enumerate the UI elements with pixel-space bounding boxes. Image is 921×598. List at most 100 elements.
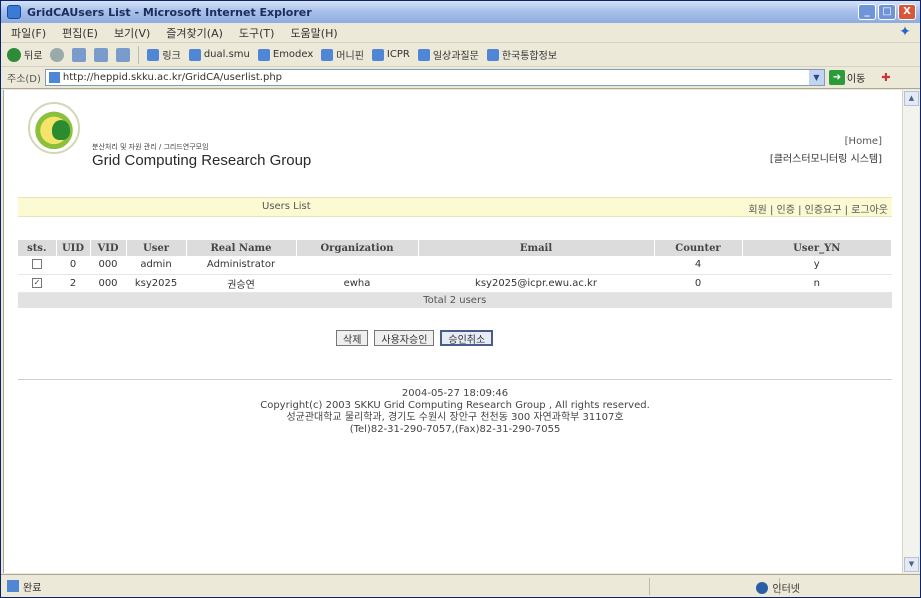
- group-subtitle: 분산처리 및 자원 관리 / 그리드연구모임: [92, 143, 209, 151]
- group-name: Grid Computing Research Group: [92, 152, 312, 169]
- user-cell: admin: [126, 256, 186, 275]
- link-korea-info[interactable]: 한국통합정보: [486, 47, 557, 62]
- counter-cell: 4: [654, 256, 742, 275]
- link-icon: [371, 48, 384, 61]
- zone-label: 인터넷: [772, 584, 800, 595]
- window-title: GridCAUsers List - Microsoft Internet Ex…: [27, 5, 312, 19]
- menu-bar: 파일(F) 편집(E) 보기(V) 즐겨찾기(A) 도구(T) 도움말(H) ✦: [1, 23, 920, 43]
- status-separator: [649, 578, 650, 595]
- link-daily-question[interactable]: 일상과질문: [417, 47, 479, 62]
- link-dual-smu[interactable]: dual.smu: [188, 48, 250, 61]
- col-vid: VID: [90, 240, 127, 256]
- address-input[interactable]: http://heppid.skku.ac.kr/GridCA/userlist…: [44, 69, 825, 86]
- col-counter: Counter: [654, 240, 743, 256]
- menu-view[interactable]: 보기(V): [114, 25, 150, 41]
- total-users: Total 2 users: [18, 292, 892, 308]
- window-controls: _ □ X: [858, 4, 916, 20]
- link-icpr[interactable]: ICPR: [371, 48, 410, 61]
- user-yn-cell: y: [742, 256, 892, 275]
- table-row: 0 000 admin Administrator 4 y: [18, 256, 892, 275]
- back-button[interactable]: 뒤로: [7, 47, 42, 62]
- browser-window: GridCAUsers List - Microsoft Internet Ex…: [0, 0, 921, 598]
- footer-phone: (Tel)82-31-290-7057,(Fax)82-31-290-7055: [349, 424, 561, 435]
- status-bar: 완료 인터넷: [1, 574, 920, 597]
- footer-timestamp: 2004-05-27 18:09:46: [401, 388, 509, 399]
- address-label: 주소(D): [7, 74, 41, 85]
- cancel-approval-button[interactable]: 승인취소: [440, 330, 494, 346]
- uid-cell: 0: [56, 256, 90, 275]
- table-header-row: sts. UID VID User Real Name Organization…: [18, 240, 892, 256]
- user-yn-cell: n: [742, 274, 892, 293]
- page-content: 분산처리 및 자원 관리 / 그리드연구모임 Grid Computing Re…: [3, 90, 902, 573]
- toolbar-separator: [138, 45, 140, 64]
- menu-help[interactable]: 도움말(H): [290, 25, 337, 41]
- go-label: 이동: [846, 74, 866, 85]
- link-icon: [486, 48, 499, 61]
- col-uid: UID: [56, 240, 91, 256]
- page-done-icon: [7, 580, 19, 592]
- delete-button[interactable]: 삭제: [336, 330, 369, 346]
- go-button[interactable]: ➜ 이동: [828, 70, 866, 85]
- col-user: User: [126, 240, 187, 256]
- approve-user-button[interactable]: 사용자승인: [374, 330, 435, 346]
- vid-cell: 000: [90, 256, 126, 275]
- title-bar: GridCAUsers List - Microsoft Internet Ex…: [1, 1, 920, 23]
- footer-copyright: Copyright(c) 2003 SKKU Grid Computing Re…: [260, 400, 650, 411]
- maximize-button[interactable]: □: [878, 4, 896, 20]
- address-url: http://heppid.skku.ac.kr/GridCA/userlist…: [62, 72, 282, 83]
- forward-button[interactable]: [50, 47, 65, 62]
- organization-cell: [296, 256, 418, 275]
- users-table: sts. UID VID User Real Name Organization…: [18, 240, 892, 308]
- row-checkbox-cell: ✓: [18, 274, 56, 293]
- link-emodex[interactable]: Emodex: [257, 48, 313, 61]
- footer-address: 성균관대학교 물리학과, 경기도 수원시 장안구 천천동 300 자연과학부 3…: [286, 412, 624, 423]
- cluster-monitoring-link[interactable]: [클러스터모니터링 시스템]: [770, 150, 882, 165]
- forward-arrow-icon: [50, 47, 65, 62]
- go-arrow-icon: ➜: [828, 70, 845, 85]
- scroll-up-icon[interactable]: ▲: [904, 91, 919, 106]
- scroll-down-icon[interactable]: ▼: [904, 557, 919, 572]
- col-sts: sts.: [18, 240, 57, 256]
- row-checkbox[interactable]: [32, 259, 42, 270]
- email-cell: [418, 256, 654, 275]
- home-icon[interactable]: [116, 47, 131, 62]
- col-organization: Organization: [296, 240, 419, 256]
- link-moneypin[interactable]: 머니핀: [321, 47, 364, 62]
- links-label[interactable]: 링크: [147, 47, 181, 62]
- page-footer: 2004-05-27 18:09:46 Copyright(c) 2003 SK…: [18, 388, 892, 436]
- address-bar: 주소(D) http://heppid.skku.ac.kr/GridCA/us…: [1, 67, 920, 89]
- windows-logo-icon: ✦: [899, 24, 911, 40]
- uid-cell: 2: [56, 274, 90, 293]
- globe-icon: [756, 581, 769, 594]
- row-checkbox-cell: [18, 256, 56, 275]
- toolbar-options-icon[interactable]: ✚: [881, 71, 890, 84]
- real-name-cell: Administrator: [186, 256, 296, 275]
- col-real-name: Real Name: [186, 240, 297, 256]
- footer-divider: [18, 379, 892, 380]
- page-icon: [48, 72, 60, 83]
- link-icon: [321, 48, 334, 61]
- status-text: 완료: [23, 582, 42, 594]
- row-checkbox-checked[interactable]: ✓: [32, 277, 42, 288]
- minimize-button[interactable]: _: [858, 4, 876, 20]
- menu-file[interactable]: 파일(F): [11, 25, 46, 41]
- table-row: ✓ 2 000 ksy2025 권승연 ewha ksy2025@icpr.ew…: [18, 274, 892, 293]
- group-logo: [28, 102, 80, 154]
- stop-icon[interactable]: [72, 47, 87, 62]
- vertical-scrollbar[interactable]: ▲ ▼: [902, 90, 919, 573]
- refresh-icon[interactable]: [94, 47, 109, 62]
- address-dropdown-icon[interactable]: ▼: [808, 70, 824, 85]
- link-icon: [147, 48, 160, 61]
- close-button[interactable]: X: [898, 4, 916, 20]
- home-link[interactable]: [Home]: [845, 136, 882, 147]
- col-email: Email: [418, 240, 655, 256]
- nav-bar: Users List 회원 | 인증 | 인증요구 | 로그아웃: [18, 197, 892, 217]
- menu-favorites[interactable]: 즐겨찾기(A): [166, 25, 223, 41]
- vid-cell: 000: [90, 274, 126, 293]
- real-name-cell: 권승연: [186, 274, 296, 293]
- nav-links[interactable]: 회원 | 인증 | 인증요구 | 로그아웃: [748, 201, 888, 216]
- action-buttons: 삭제 사용자승인 승인취소: [336, 330, 494, 346]
- menu-edit[interactable]: 편집(E): [62, 25, 98, 41]
- col-user-yn: User_YN: [742, 240, 892, 256]
- menu-tools[interactable]: 도구(T): [239, 25, 275, 41]
